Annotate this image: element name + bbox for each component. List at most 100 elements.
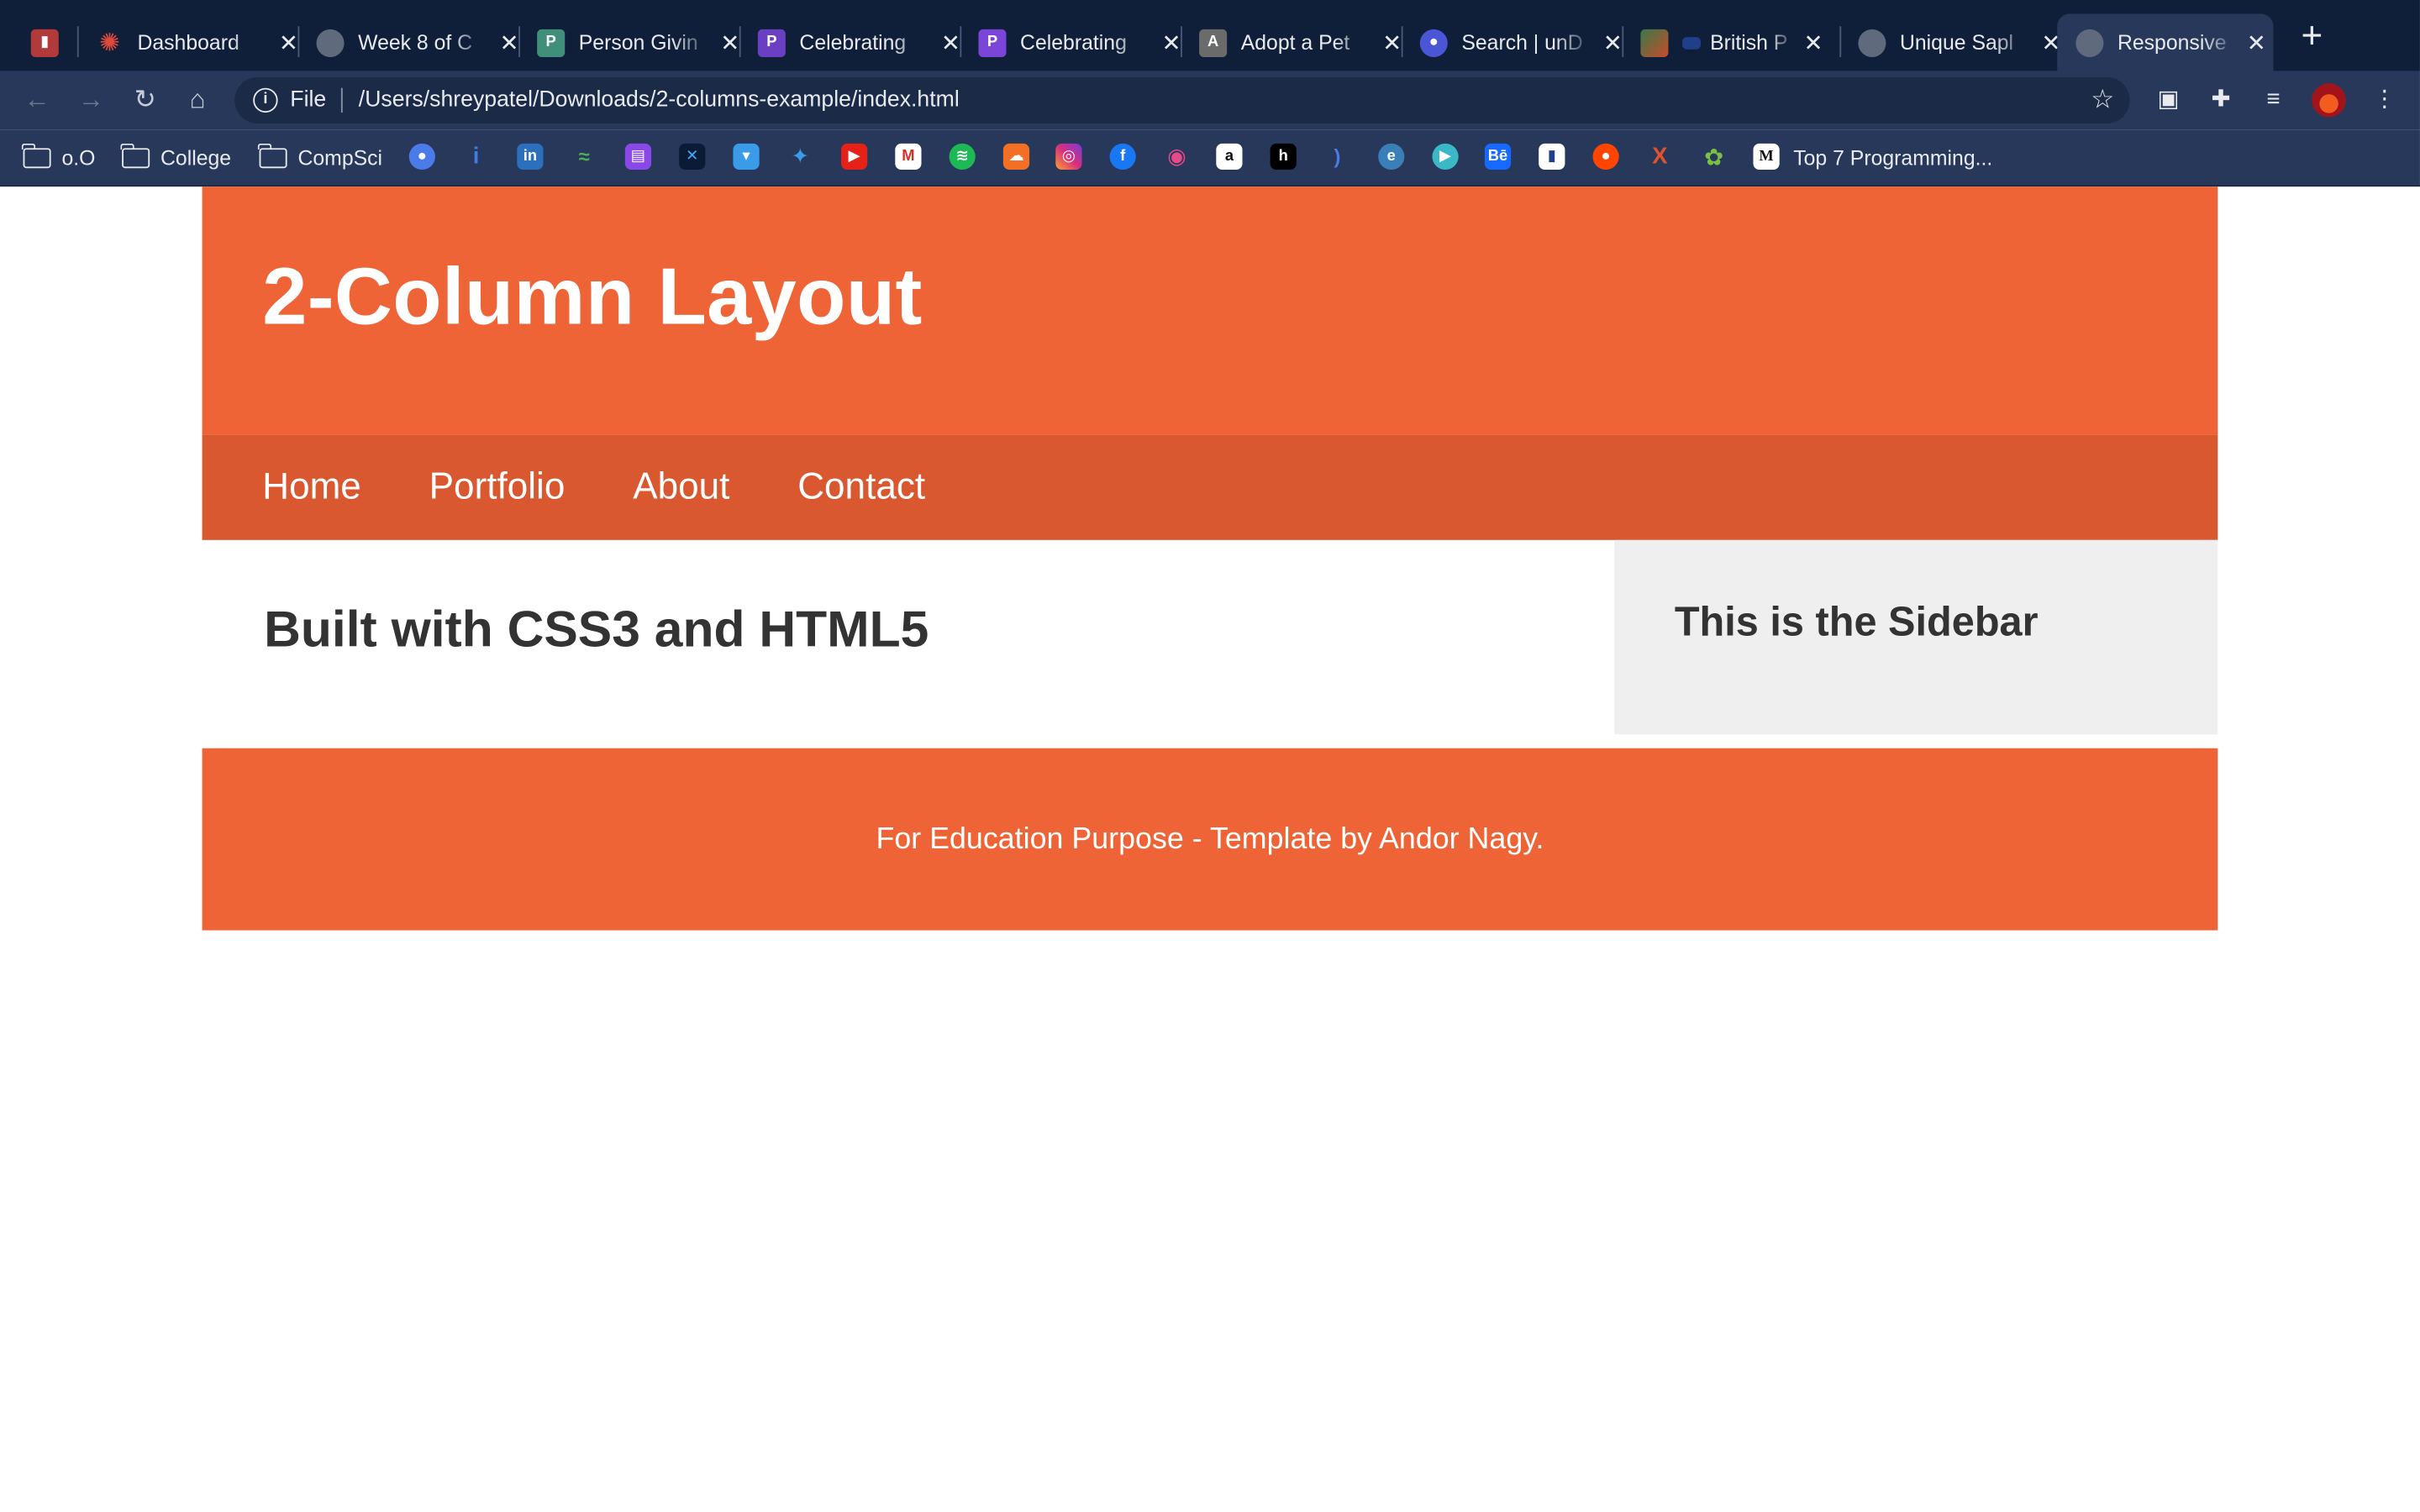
behance-icon[interactable]: Bē [1484, 143, 1512, 171]
tab-0[interactable]: ▮ [30, 14, 73, 71]
url-text[interactable]: /Users/shreypatel/Downloads/2-columns-ex… [359, 88, 960, 113]
globe-icon [316, 28, 345, 57]
tab-unique-sapl[interactable]: Unique Sapl ✕ [1858, 14, 2063, 71]
tab-adopt-a-pet[interactable]: A Adopt a Pet ✕ [1199, 14, 1404, 71]
nav-home[interactable]: Home [262, 466, 361, 509]
nav-portfolio[interactable]: Portfolio [429, 466, 566, 509]
menu-kebab-icon[interactable]: ⋮ [2369, 85, 2400, 116]
site-container: 2-Column Layout Home Portfolio About Con… [202, 186, 2218, 931]
info-icon[interactable]: i [253, 87, 278, 113]
address-divider [341, 87, 344, 113]
nba-icon[interactable]: ▮ [1539, 143, 1565, 171]
nav-about[interactable]: About [633, 466, 729, 509]
reddit-icon[interactable]: ● [1592, 143, 1619, 171]
scheme-label: File [290, 87, 327, 113]
footer-text: For Education Purpose - Template by Ando… [876, 822, 1544, 856]
tab-title: British P [1710, 30, 1788, 55]
spotify-icon[interactable]: ≋ [949, 143, 976, 171]
soundcloud-icon[interactable]: ☁ [1002, 143, 1030, 171]
bookmark-folder-oo[interactable]: o.O [22, 142, 95, 171]
browser-window: ▮ ✺ Dashboard ✕ Week 8 of C ✕ P Person G… [0, 0, 2420, 1512]
tab-title: Adopt a Pet [1240, 30, 1350, 55]
home-icon[interactable]: ⌂ [182, 85, 213, 116]
fingerprint-icon[interactable]: ◉ [1164, 144, 1190, 170]
tab-responsive-active[interactable]: Responsive ✕ [2057, 13, 2274, 71]
tab-separator [739, 26, 741, 57]
tab-separator [76, 26, 79, 57]
tab-title: Week 8 of C [358, 30, 473, 55]
tab-celebrating-2[interactable]: P Celebrating ✕ [978, 14, 1183, 71]
tab-search[interactable]: ● Search | unD ✕ [1419, 14, 1625, 71]
twitter-icon[interactable]: ✦ [787, 144, 813, 170]
nav-contact[interactable]: Contact [797, 466, 925, 509]
tab-dashboard[interactable]: ✺ Dashboard ✕ [96, 14, 301, 71]
site-nav: Home Portfolio About Contact [202, 434, 2218, 540]
tab-strip: ▮ ✺ Dashboard ✕ Week 8 of C ✕ P Person G… [0, 0, 2420, 71]
globe-icon [1858, 28, 1886, 57]
extensions-icon[interactable]: ✚ [2206, 85, 2237, 116]
medium-icon[interactable]: M [1753, 143, 1780, 171]
british-flag-icon [1682, 36, 1702, 49]
tab-separator [1401, 26, 1403, 57]
linkedin-icon[interactable]: in [517, 143, 544, 171]
info-bookmark-icon[interactable]: i [463, 144, 489, 170]
tab-title: Person Givin [578, 30, 698, 55]
picture-in-picture-icon[interactable]: ▣ [2153, 85, 2184, 116]
forward-icon[interactable]: → [76, 85, 107, 116]
gear-bookmark-icon[interactable]: ✿ [1701, 144, 1727, 171]
tab-separator [297, 26, 300, 57]
tab-british[interactable]: British P ✕ [1640, 14, 1825, 71]
thumbnail-icon [1640, 28, 1669, 57]
tab-title: Celebrating [1020, 30, 1127, 55]
dashboard-icon: ✺ [99, 29, 120, 57]
site-footer: For Education Purpose - Template by Ando… [202, 748, 2218, 931]
tab-separator [1622, 26, 1624, 57]
hackerrank-icon[interactable]: h [1270, 143, 1297, 171]
adopt-icon: A [1199, 28, 1228, 57]
close-icon[interactable]: ✕ [2244, 30, 2269, 56]
tab-celebrating-1[interactable]: P Celebrating ✕ [757, 14, 963, 71]
new-tab-button[interactable]: + [2296, 18, 2328, 55]
tweetdeck-icon[interactable]: ▾ [733, 143, 760, 171]
bookmark-top-7[interactable]: Top 7 Programming... [1793, 144, 1992, 171]
chat-bookmark-icon[interactable]: ● [408, 143, 435, 171]
bookmark-label: CompSci [297, 145, 383, 170]
tab-separator [960, 26, 962, 57]
folder-icon [258, 142, 287, 168]
youtube-icon[interactable]: ▶ [841, 143, 868, 171]
recycle-bookmark-icon[interactable]: ≈ [571, 144, 597, 170]
folder-icon [120, 142, 150, 168]
edge-icon[interactable]: e [1378, 143, 1405, 171]
browser-toolbar: ← → ↻ ⌂ i File /Users/shreypatel/Downloa… [0, 71, 2420, 130]
instagram-icon[interactable]: ◎ [1055, 143, 1082, 171]
x-bookmark-icon[interactable]: X [1647, 144, 1673, 170]
play-icon[interactable]: ▶ [1432, 143, 1459, 171]
close-icon[interactable]: ✕ [1801, 30, 1825, 56]
bookmark-folder-compsci[interactable]: CompSci [258, 142, 383, 171]
back-icon[interactable]: ← [22, 85, 53, 116]
tab-title: Unique Sapl [1899, 30, 2014, 55]
amazon-icon[interactable]: a [1216, 143, 1243, 171]
tab-title: Celebrating [799, 30, 907, 55]
profile-avatar[interactable] [2312, 83, 2346, 118]
tab-separator [518, 26, 520, 57]
main-heading: Built with CSS3 and HTML5 [264, 600, 929, 658]
tab-person-giving[interactable]: P Person Givin ✕ [537, 14, 742, 71]
xing-icon[interactable]: ✕ [679, 143, 706, 171]
facebook-icon[interactable]: f [1109, 143, 1136, 171]
page-viewport: 2-Column Layout Home Portfolio About Con… [0, 186, 2420, 1512]
media-queue-icon[interactable]: ≡ [2258, 85, 2289, 116]
twitch-icon[interactable]: ▤ [624, 143, 652, 171]
gmail-icon[interactable]: M [895, 143, 922, 171]
main-content: Built with CSS3 and HTML5 [203, 540, 1615, 734]
content-row: Built with CSS3 and HTML5 This is the Si… [203, 539, 2218, 735]
bookmark-star-icon[interactable]: ☆ [2091, 85, 2114, 116]
footer-spacer [203, 734, 2218, 748]
tab-week8[interactable]: Week 8 of C ✕ [316, 14, 522, 71]
address-bar[interactable]: i File /Users/shreypatel/Downloads/2-col… [234, 76, 2130, 123]
reload-icon[interactable]: ↻ [129, 85, 160, 116]
sidebar: This is the Sidebar [1614, 539, 2218, 735]
rss-icon[interactable]: ) [1324, 144, 1350, 170]
sidebar-heading: This is the Sidebar [1674, 598, 2039, 645]
bookmark-folder-college[interactable]: College [120, 142, 231, 171]
